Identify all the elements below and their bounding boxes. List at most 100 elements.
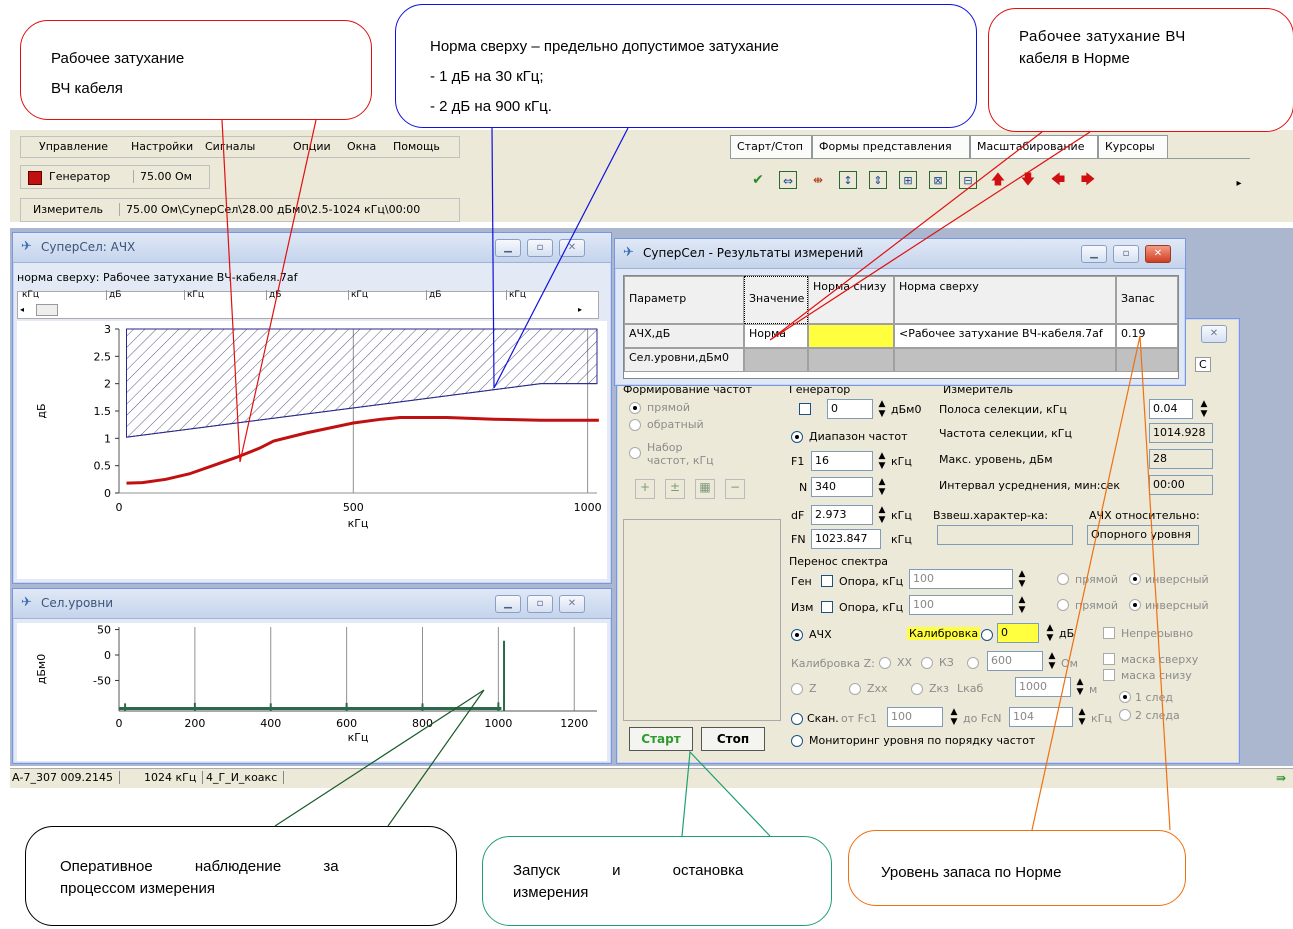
scroll-left-button[interactable]: ◂ (20, 304, 32, 316)
minimize-button[interactable]: ▁ (495, 239, 521, 257)
brush-icon[interactable]: ✔ (749, 171, 767, 189)
sel-window-titlebar[interactable]: ✈ Сел.уровни ▁ ▫ ✕ (13, 589, 611, 619)
meter-support-spinner[interactable]: ▲ ▼ (1015, 595, 1029, 615)
tab-cursors[interactable]: Курсоры (1098, 135, 1168, 159)
band-field[interactable]: 0.04 (1149, 399, 1193, 419)
afc-window-titlebar[interactable]: ✈ СуперСел: АЧХ ▁ ▫ ✕ (13, 233, 611, 263)
range-radio[interactable] (791, 431, 803, 443)
table-freq-icon[interactable]: ▦ (695, 479, 715, 499)
scan-radio[interactable] (791, 713, 803, 725)
maximize-button[interactable]: ▫ (1113, 245, 1139, 263)
one-trace-radio[interactable] (1119, 691, 1131, 703)
generator-label[interactable]: Генератор (49, 170, 110, 183)
close-button[interactable]: ✕ (559, 595, 585, 613)
f1-spinner[interactable]: ▲ ▼ (875, 451, 889, 471)
arrow-up-icon[interactable]: 🡅 (989, 171, 1007, 189)
scrollbar-thumb[interactable] (36, 304, 58, 316)
meter-direct-radio[interactable] (1057, 599, 1069, 611)
minimize-button[interactable]: ▁ (495, 595, 521, 613)
gen-value-field[interactable]: 0 (827, 399, 873, 419)
f1-field[interactable]: 16 (811, 451, 873, 471)
ohm-radio[interactable] (967, 657, 979, 669)
fit-y-icon[interactable]: ⇕ (869, 171, 887, 189)
calibration-radio[interactable] (981, 629, 993, 641)
menu-item-help[interactable]: Помощь (393, 140, 440, 153)
menu-item-signals[interactable]: Сигналы (205, 140, 255, 153)
zkz-radio[interactable] (911, 683, 923, 695)
afc-radio[interactable] (791, 629, 803, 641)
meter-support-field[interactable]: 100 (909, 595, 1013, 615)
menu-item-control[interactable]: Управление (39, 140, 108, 153)
start-button[interactable]: Старт (629, 727, 693, 751)
zxx-radio[interactable] (849, 683, 861, 695)
kz-radio[interactable] (921, 657, 933, 669)
gen-direct-radio[interactable] (1057, 573, 1069, 585)
continuous-checkbox[interactable] (1103, 627, 1115, 639)
meter-label[interactable]: Измеритель (33, 203, 103, 216)
results-window-titlebar[interactable]: ✈ СуперСел - Результаты измерений ▁ ▫ ✕ (615, 239, 1185, 269)
gen-support-spinner[interactable]: ▲ ▼ (1015, 569, 1029, 589)
reverse-radio[interactable] (629, 419, 641, 431)
generator-indicator-icon[interactable] (28, 171, 42, 185)
zoom-y-icon[interactable]: ↕ (839, 171, 857, 189)
z-radio[interactable] (791, 683, 803, 695)
close-button[interactable]: ✕ (1145, 245, 1171, 263)
scroll-right-button[interactable]: ▸ (578, 304, 590, 316)
fc1-spinner[interactable]: ▲ ▼ (947, 707, 961, 727)
tab-scaling[interactable]: Масштабирование (970, 135, 1098, 159)
gen-checkbox[interactable] (799, 403, 811, 415)
df-field[interactable]: 2.973 (811, 505, 873, 525)
ohm-spinner[interactable]: ▲ ▼ (1045, 651, 1059, 671)
maximize-button[interactable]: ▫ (527, 239, 553, 257)
fcn-spinner[interactable]: ▲ ▼ (1075, 707, 1089, 727)
n-spinner[interactable]: ▲ ▼ (875, 477, 889, 497)
calibration-spinner[interactable]: ▲ ▼ (1043, 623, 1057, 643)
lkab-field[interactable]: 1000 (1015, 677, 1071, 697)
freq-set-radio[interactable] (629, 447, 641, 459)
afc-rel-field[interactable]: Опорного уровня (1087, 525, 1199, 545)
n-field[interactable]: 340 (811, 477, 873, 497)
partial-tab[interactable]: С (1195, 357, 1211, 372)
menu-item-settings[interactable]: Настройки (131, 140, 193, 153)
arrow-down-icon[interactable]: 🡇 (1019, 171, 1037, 189)
monitoring-radio[interactable] (791, 735, 803, 747)
tab-forms[interactable]: Формы представления (812, 135, 970, 159)
maximize-button[interactable]: ▫ (527, 595, 553, 613)
zoom-box-2-icon[interactable]: ⊠ (929, 171, 947, 189)
arrow-right-icon[interactable]: 🡆 (1079, 171, 1097, 189)
zoom-box-icon[interactable]: ⊞ (899, 171, 917, 189)
menu-item-options[interactable]: Опции (293, 140, 331, 153)
zoom-x-icon[interactable]: ⇼ (809, 171, 827, 189)
mask-top-checkbox[interactable] (1103, 653, 1115, 665)
calibration-field[interactable]: 0 (997, 623, 1039, 643)
stop-button[interactable]: Стоп (701, 727, 765, 751)
gen-support-checkbox[interactable] (821, 575, 833, 587)
gen-support-field[interactable]: 100 (909, 569, 1013, 589)
direct-radio[interactable] (629, 402, 641, 414)
mask-bottom-checkbox[interactable] (1103, 669, 1115, 681)
menu-item-windows[interactable]: Окна (347, 140, 376, 153)
meter-support-checkbox[interactable] (821, 601, 833, 613)
insert-freq-icon[interactable]: ± (665, 479, 685, 499)
overflow-icon[interactable]: ▸ (1230, 175, 1248, 193)
close-button[interactable]: ✕ (1201, 325, 1227, 343)
tab-start-stop[interactable]: Старт/Стоп (730, 135, 812, 159)
gen-spinner[interactable]: ▲ ▼ (875, 399, 889, 419)
df-spinner[interactable]: ▲ ▼ (875, 505, 889, 525)
fcn-field[interactable]: 104 (1009, 707, 1073, 727)
band-spinner[interactable]: ▲ ▼ (1197, 399, 1211, 419)
minimize-button[interactable]: ▁ (1081, 245, 1107, 263)
close-button[interactable]: ✕ (559, 239, 585, 257)
delete-freq-icon[interactable]: − (725, 479, 745, 499)
arrow-left-icon[interactable]: 🡄 (1049, 171, 1067, 189)
two-trace-radio[interactable] (1119, 709, 1131, 721)
freq-list-box[interactable] (623, 519, 781, 721)
split-icon[interactable]: ⊟ (959, 171, 977, 189)
xx-radio[interactable] (879, 657, 891, 669)
add-freq-icon[interactable]: + (635, 479, 655, 499)
meter-inverse-radio[interactable] (1129, 599, 1141, 611)
lkab-spinner[interactable]: ▲ ▼ (1073, 677, 1087, 697)
fit-icon[interactable]: ⇔ (779, 171, 797, 189)
ohm-field[interactable]: 600 (987, 651, 1043, 671)
fc1-field[interactable]: 100 (887, 707, 943, 727)
